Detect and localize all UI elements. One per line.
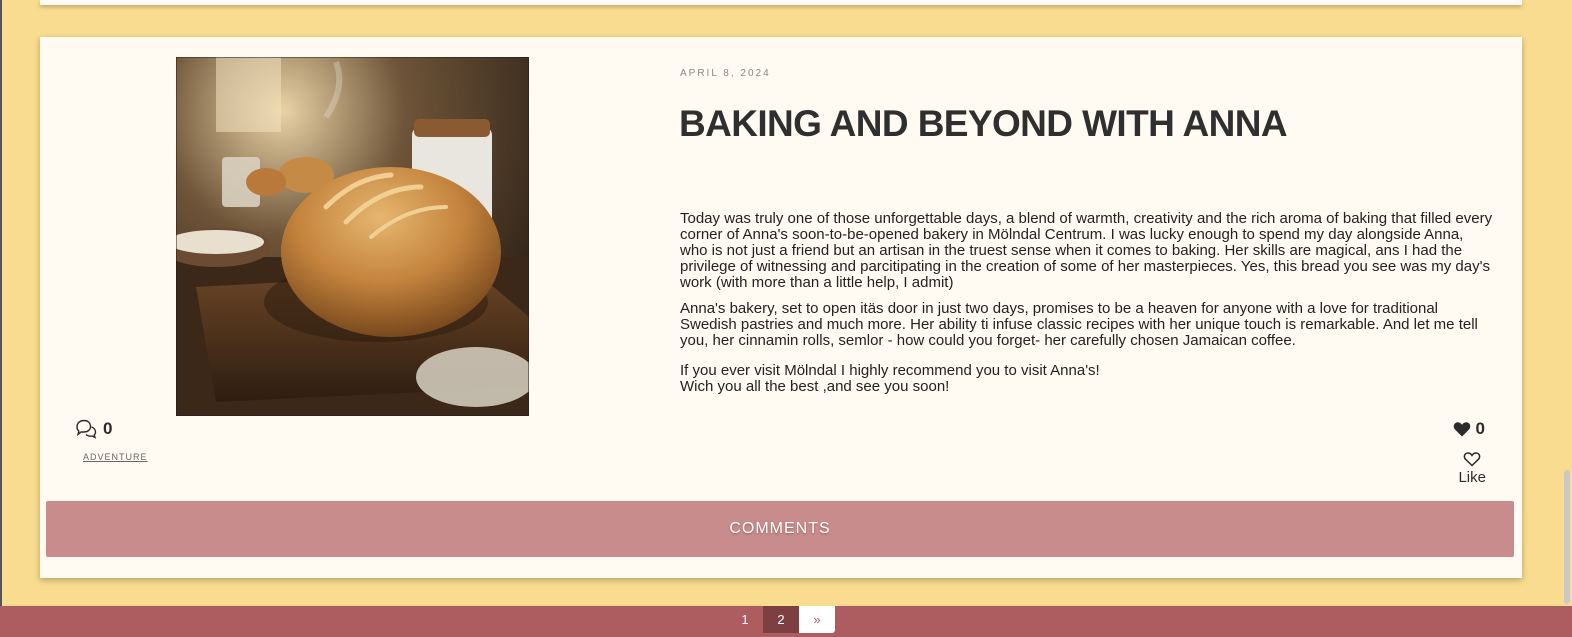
like-button[interactable]: Like [1458, 451, 1486, 486]
scrollbar-thumb[interactable] [1564, 470, 1570, 604]
post-body: Today was truly one of those unforgettab… [680, 211, 1495, 395]
likes-count-value: 0 [1475, 419, 1485, 438]
likes-count: 0 [1453, 419, 1485, 439]
pagination: 1 2 » [727, 606, 835, 633]
scrollbar[interactable] [1562, 0, 1572, 606]
next-page-link[interactable]: » [799, 606, 835, 633]
heart-outline-icon [1463, 452, 1481, 467]
post-paragraph: Today was truly one of those unforgettab… [680, 210, 1493, 291]
post-paragraph: Anna's bakery, set to open itäs door in … [680, 300, 1478, 349]
heart-filled-icon [1453, 422, 1470, 437]
chat-bubbles-icon [76, 419, 97, 439]
comments-button[interactable]: COMMENTS [46, 501, 1514, 557]
blog-post-card: 0 ADVENTURE APRIL 8, 2024 BAKING AND BEY… [40, 37, 1522, 578]
post-paragraph: Wich you all the best ,and see you soon! [680, 378, 950, 395]
post-title: BAKING AND BEYOND WITH ANNA [679, 103, 1288, 144]
page-link-2-current[interactable]: 2 [763, 606, 799, 633]
comments-count: 0 [75, 419, 112, 439]
post-paragraph: If you ever visit Mölndal I highly recom… [680, 362, 1100, 379]
post-image-bread [176, 57, 529, 416]
post-date: APRIL 8, 2024 [680, 68, 771, 79]
page-link-1[interactable]: 1 [727, 606, 763, 633]
page-left-border [0, 0, 2, 606]
post-closing: If you ever visit Mölndal I highly recom… [680, 363, 1495, 395]
like-button-label: Like [1458, 469, 1486, 486]
bread-photo [176, 57, 529, 416]
category-link[interactable]: ADVENTURE [83, 452, 148, 462]
comments-count-value: 0 [103, 419, 113, 438]
previous-post-card-edge [40, 0, 1522, 5]
